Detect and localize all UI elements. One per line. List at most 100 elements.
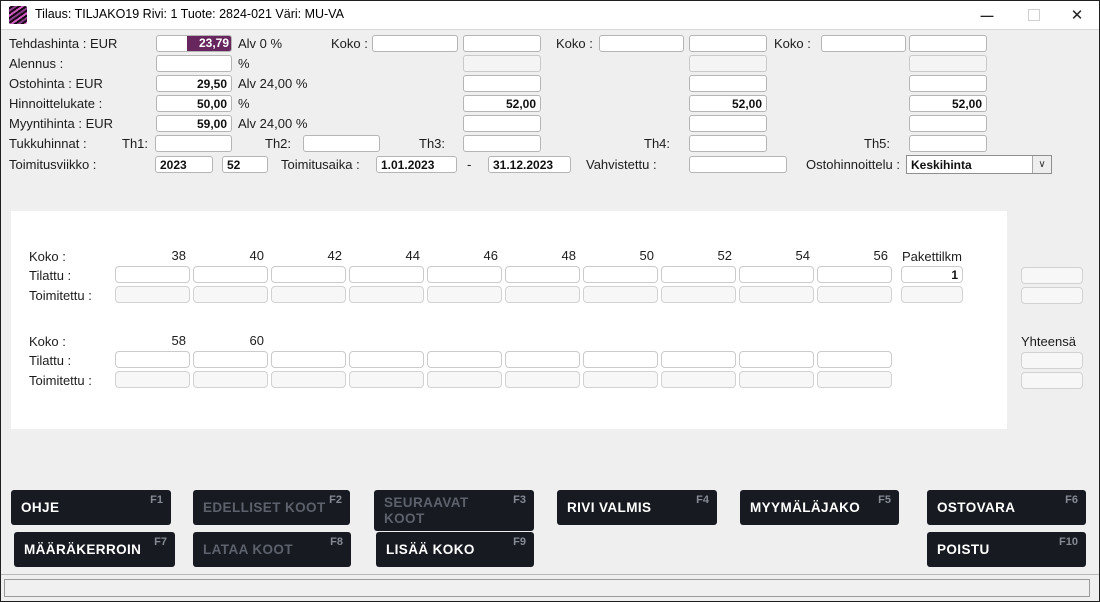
- koko1-label: Koko :: [331, 35, 368, 52]
- th2-label: Th2:: [265, 135, 291, 152]
- th1-label: Th1:: [122, 135, 148, 152]
- koko1-input[interactable]: [372, 35, 458, 52]
- tilattu-input-50[interactable]: [583, 266, 658, 283]
- size-header: 54: [739, 248, 810, 263]
- f8-key-label: F8: [330, 536, 343, 548]
- tilattu-input[interactable]: [739, 351, 814, 368]
- th2-input[interactable]: [303, 135, 380, 152]
- th4-input[interactable]: [689, 135, 767, 152]
- tilattu-input-40[interactable]: [193, 266, 268, 283]
- tilattu-input-54[interactable]: [739, 266, 814, 283]
- tilattu-input-46[interactable]: [427, 266, 502, 283]
- koko3-field-3[interactable]: [909, 75, 987, 92]
- ostohinnoittelu-select[interactable]: Keskihinta ∨: [906, 155, 1052, 174]
- vahvistettu-input[interactable]: [689, 156, 787, 173]
- koko1-field-5[interactable]: [463, 115, 541, 132]
- rivi-valmis-button-label: RIVI VALMIS: [567, 500, 651, 515]
- toimitusaika-to-input[interactable]: 31.12.2023: [488, 156, 571, 173]
- toimitusviikko-week-input[interactable]: 52: [222, 156, 268, 173]
- f2-key-label: F2: [329, 494, 342, 506]
- th3-input[interactable]: [463, 135, 541, 152]
- title-bar: Tilaus: TILJAKO19 Rivi: 1 Tuote: 2824-02…: [1, 1, 1099, 30]
- ostohinta-input[interactable]: 29,50: [156, 75, 232, 92]
- window-title: Tilaus: TILJAKO19 Rivi: 1 Tuote: 2824-02…: [35, 7, 344, 21]
- tilattu-input[interactable]: [271, 351, 346, 368]
- ostovara-button-label: OSTOVARA: [937, 500, 1015, 515]
- seuraavat-koot-button: SEURAAVAT KOOT F3: [374, 490, 534, 531]
- koko2-input[interactable]: [599, 35, 684, 52]
- koko3-rate-input[interactable]: 52,00: [909, 95, 987, 112]
- myymalajako-button-label: MYYMÄLÄJAKO: [750, 500, 860, 515]
- toimitettu-field: [817, 371, 892, 388]
- tilattu-input[interactable]: [427, 351, 502, 368]
- poistu-button[interactable]: POISTU F10: [927, 532, 1086, 567]
- koko2-field-1[interactable]: [689, 35, 767, 52]
- toimitettu-field-54: [739, 286, 814, 303]
- koko2-field-3[interactable]: [689, 75, 767, 92]
- f3-key-label: F3: [513, 494, 526, 507]
- tilattu-input-56[interactable]: [817, 266, 892, 283]
- tilattu-input[interactable]: [583, 351, 658, 368]
- maarakerroin-button[interactable]: MÄÄRÄKERROIN F7: [14, 532, 175, 567]
- tilattu-input[interactable]: [505, 351, 580, 368]
- tilattu-input-38[interactable]: [115, 266, 190, 283]
- tilattu-input-52[interactable]: [661, 266, 736, 283]
- th5-input[interactable]: [909, 135, 987, 152]
- koko1-field-1[interactable]: [463, 35, 541, 52]
- toimitusaika-from-input[interactable]: 1.01.2023: [376, 156, 457, 173]
- ostohinnoittelu-selected-value: Keskihinta: [907, 156, 1032, 173]
- tilattu-input[interactable]: [817, 351, 892, 368]
- tilattu-input-48[interactable]: [505, 266, 580, 283]
- toimitettu-field-44: [349, 286, 424, 303]
- chevron-down-icon[interactable]: ∨: [1032, 156, 1051, 173]
- close-button[interactable]: ✕: [1057, 1, 1097, 29]
- lisaa-koko-button[interactable]: LISÄÄ KOKO F9: [376, 532, 534, 567]
- toimitettu-field-38: [115, 286, 190, 303]
- tilattu-input[interactable]: [349, 351, 424, 368]
- koko2-rate-input[interactable]: 52,00: [689, 95, 767, 112]
- tilattu-input-42[interactable]: [271, 266, 346, 283]
- hinnoittelukate-label: Hinnoittelukate :: [9, 95, 102, 112]
- myyntihinta-input[interactable]: 59,00: [156, 115, 232, 132]
- koko2-field-2: [689, 55, 767, 72]
- th1-input[interactable]: [155, 135, 232, 152]
- minimize-button[interactable]: —: [967, 1, 1007, 29]
- myymalajako-button[interactable]: MYYMÄLÄJAKO F5: [740, 490, 899, 525]
- size-header: 50: [583, 248, 654, 263]
- grid1-toimitettu-label: Toimitettu :: [29, 287, 92, 304]
- koko3-input[interactable]: [821, 35, 906, 52]
- seuraavat-koot-button-label: SEURAAVAT KOOT: [384, 495, 482, 527]
- grid1-tilattu-label: Tilattu :: [29, 267, 71, 284]
- tehdashinta-label: Tehdashinta : EUR: [9, 35, 117, 52]
- toimitettu-field: [427, 371, 502, 388]
- ostovara-button[interactable]: OSTOVARA F6: [927, 490, 1086, 525]
- rivi-valmis-button[interactable]: RIVI VALMIS F4: [557, 490, 717, 525]
- tehdashinta-alv-label: Alv 0 %: [238, 35, 282, 52]
- date-range-dash: -: [467, 156, 471, 173]
- edelliset-koot-button: EDELLISET KOOT F2: [193, 490, 350, 525]
- koko3-field-1[interactable]: [909, 35, 987, 52]
- hinnoittelukate-input[interactable]: 50,00: [156, 95, 232, 112]
- tehdashinta-input[interactable]: 23,79: [156, 35, 232, 52]
- koko1-field-3[interactable]: [463, 75, 541, 92]
- tilattu-input-58[interactable]: [115, 351, 190, 368]
- alennus-input[interactable]: [156, 55, 232, 72]
- maximize-icon: [1028, 9, 1040, 21]
- size-grid-panel: [11, 211, 1007, 429]
- koko2-field-5[interactable]: [689, 115, 767, 132]
- grid2-koko-label: Koko :: [29, 333, 66, 350]
- pakettilkm-input[interactable]: 1: [901, 266, 963, 283]
- myyntihinta-alv-label: Alv 24,00 %: [238, 115, 307, 132]
- tilattu-input-60[interactable]: [193, 351, 268, 368]
- toimitusviikko-year-input[interactable]: 2023: [155, 156, 213, 173]
- tilattu-input-44[interactable]: [349, 266, 424, 283]
- f7-key-label: F7: [154, 536, 167, 548]
- tilattu-input[interactable]: [661, 351, 736, 368]
- koko3-field-5[interactable]: [909, 115, 987, 132]
- ohje-button[interactable]: OHJE F1: [11, 490, 171, 525]
- koko3-label: Koko :: [774, 35, 811, 52]
- th5-label: Th5:: [864, 135, 890, 152]
- grid2-toimitettu-label: Toimitettu :: [29, 372, 92, 389]
- myyntihinta-label: Myyntihinta : EUR: [9, 115, 113, 132]
- koko1-rate-input[interactable]: 52,00: [463, 95, 541, 112]
